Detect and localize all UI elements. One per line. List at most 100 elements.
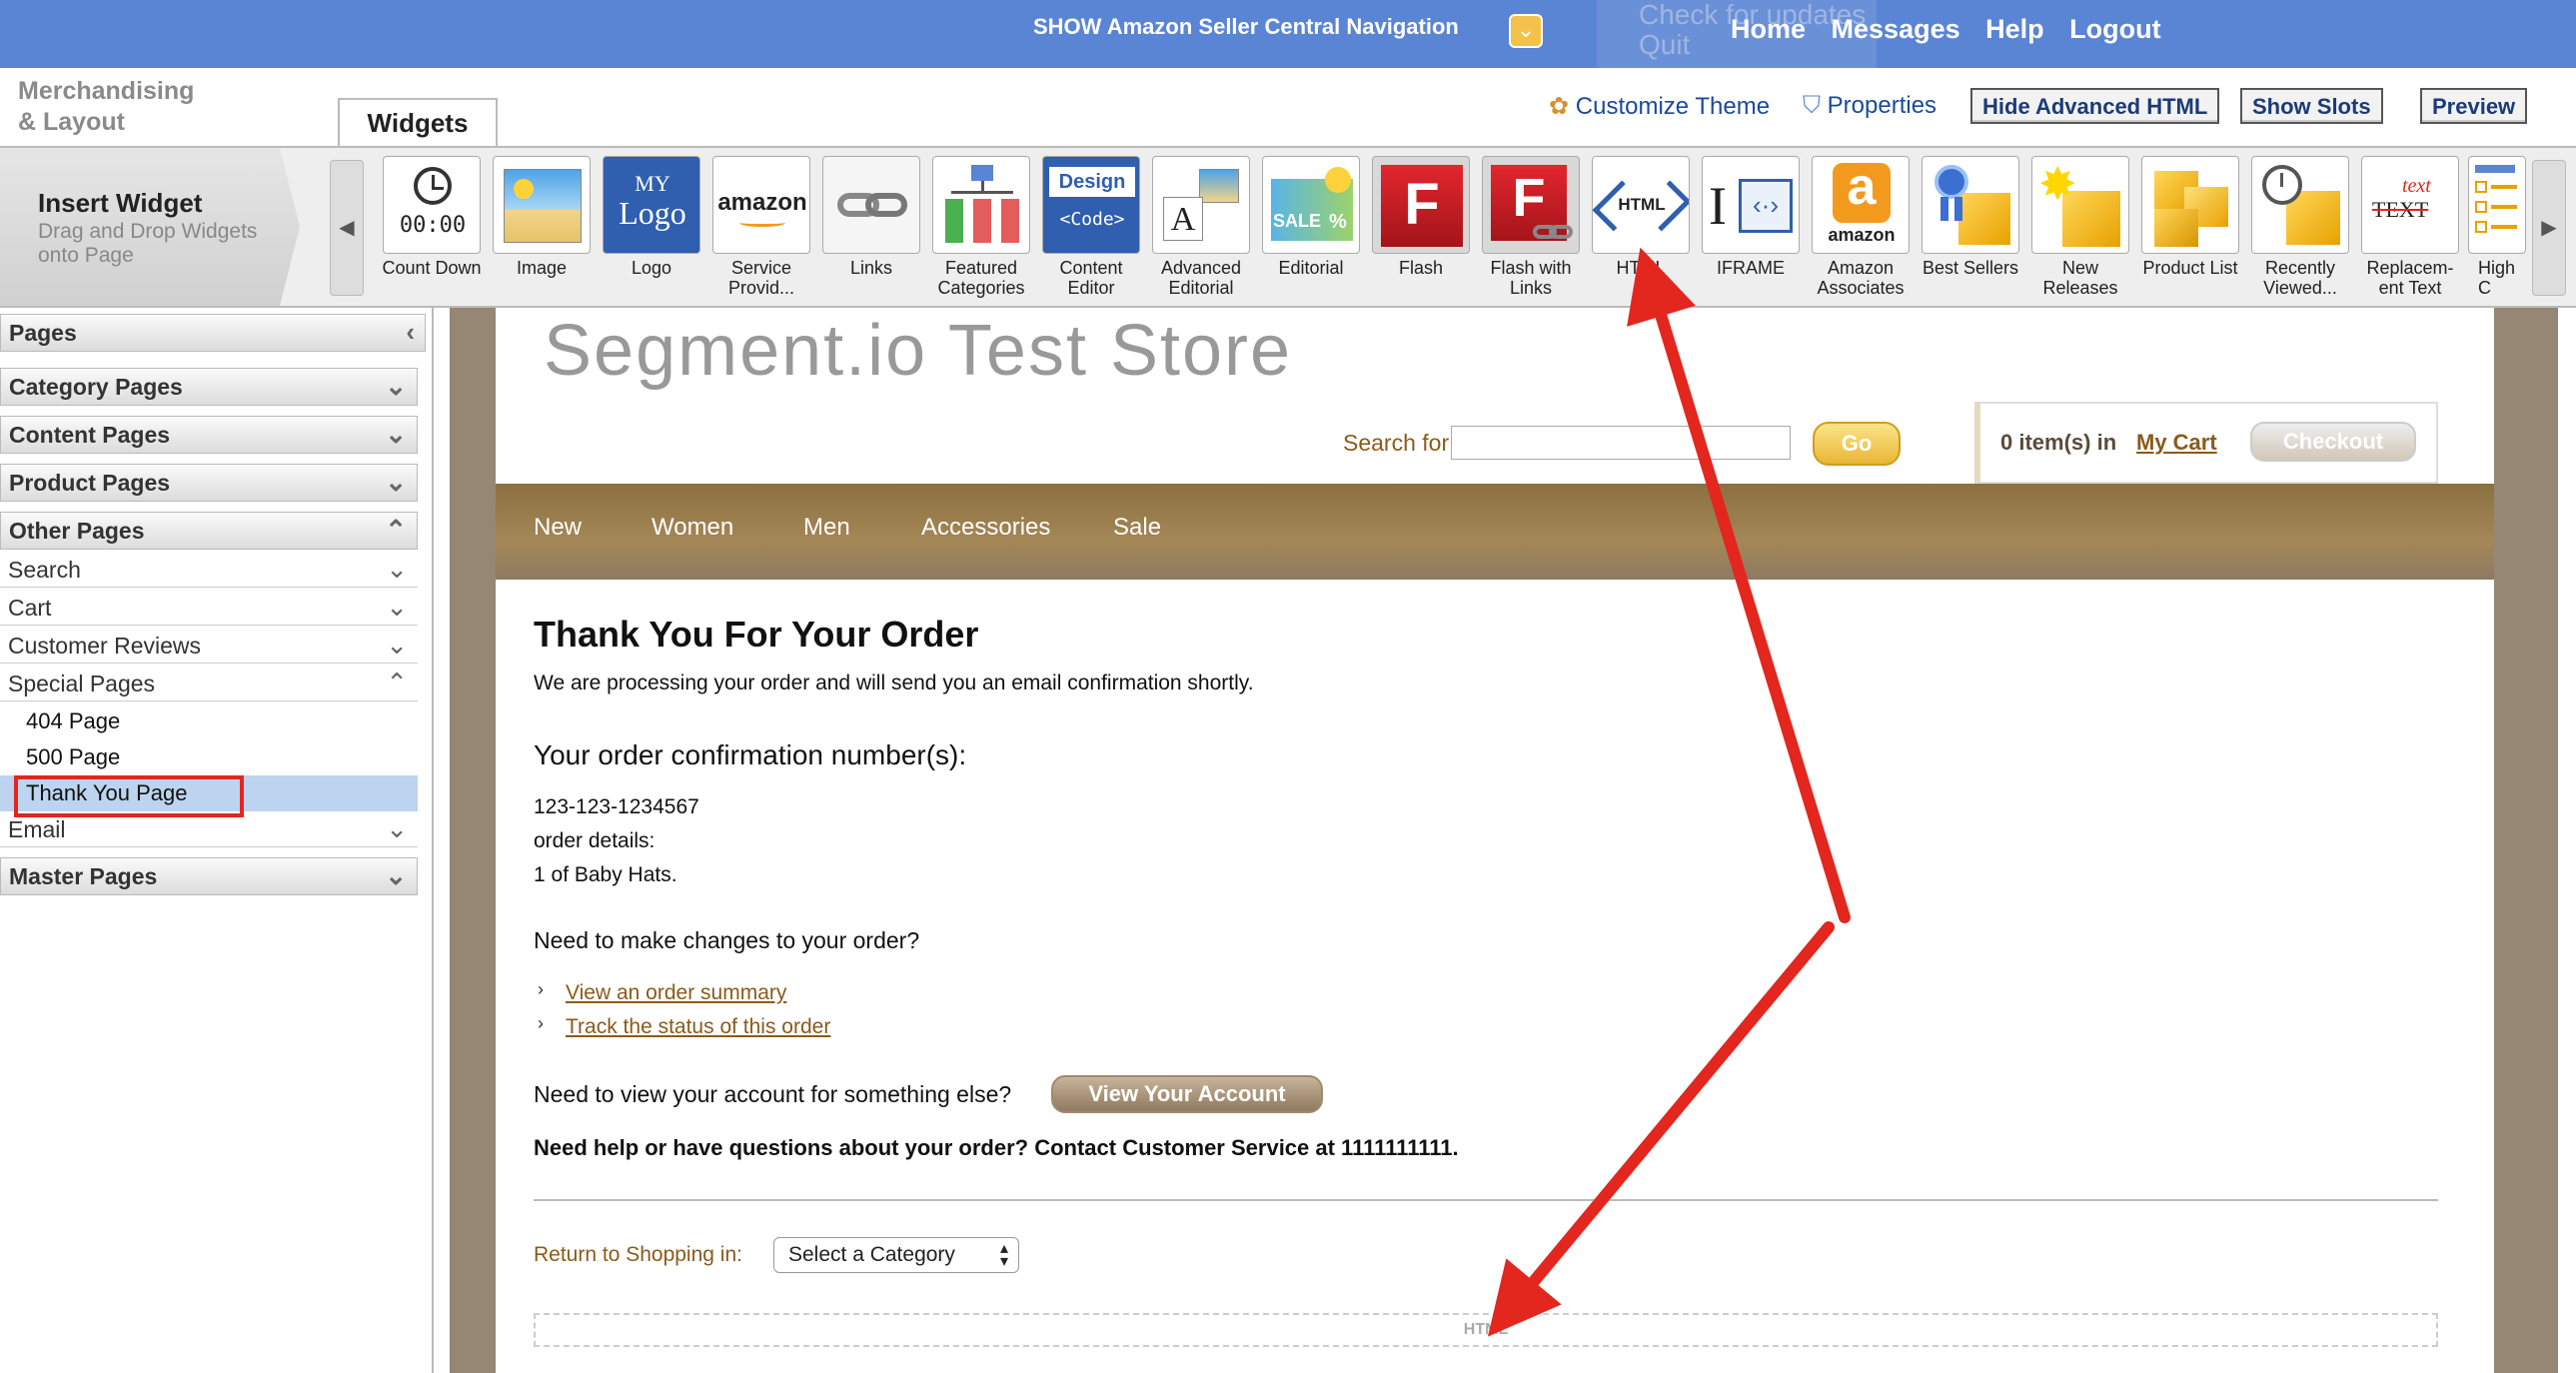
chevron-left-icon[interactable]: ‹ xyxy=(406,317,415,348)
chevron-down-icon[interactable]: ⌄ xyxy=(385,860,407,891)
chevron-down-icon[interactable]: ⌄ xyxy=(386,813,408,844)
messages-link[interactable]: Messages xyxy=(1832,14,1960,44)
chevron-down-icon[interactable]: ⌄ xyxy=(385,371,407,402)
iframe-icon: I ‹·› xyxy=(1702,156,1800,254)
chevron-down-icon[interactable]: ⌄ xyxy=(1509,14,1543,48)
store-nav-sale[interactable]: Sale xyxy=(1113,514,1161,542)
star-box-icon: ✸ xyxy=(2031,156,2129,254)
tab-widgets[interactable]: Widgets xyxy=(338,98,498,148)
sidebar-master-pages[interactable]: Master Pages ⌄ xyxy=(0,857,418,895)
widget-label: Featured Categories xyxy=(937,258,1025,298)
chevron-down-icon[interactable]: ⌄ xyxy=(385,419,407,450)
widget-label: Logo xyxy=(631,258,672,278)
widget-new-releases[interactable]: ✸ New Releases xyxy=(2028,156,2132,298)
sidebar-item-search[interactable]: Search ⌄ xyxy=(0,552,418,588)
widget-advanced-editorial[interactable]: A Advanced Editorial xyxy=(1149,156,1253,298)
widget-label: Count Down xyxy=(382,258,482,278)
widget-service-provider[interactable]: amazon Service Provid... xyxy=(709,156,813,298)
customize-theme-link[interactable]: ✿ Customize Theme xyxy=(1549,92,1770,121)
show-seller-central-nav-link[interactable]: SHOW Amazon Seller Central Navigation xyxy=(1033,14,1459,40)
widget-content-editor[interactable]: Design <Code> Content Editor xyxy=(1039,156,1143,298)
html-widget-slot[interactable]: HTML xyxy=(534,1313,2438,1347)
chevron-down-icon[interactable]: ⌄ xyxy=(386,554,408,585)
widget-count-down[interactable]: 00:00 Count Down xyxy=(380,156,484,278)
sidebar-item-cart[interactable]: Cart ⌄ xyxy=(0,590,418,626)
sidebar-item-label: Other Pages xyxy=(9,518,145,544)
widget-label: Product List xyxy=(2142,258,2238,278)
hide-advanced-html-button[interactable]: Hide Advanced HTML xyxy=(1970,88,2220,124)
store-nav-women[interactable]: Women xyxy=(651,514,733,542)
my-cart-link[interactable]: My Cart xyxy=(2136,430,2217,456)
associates-wordmark: amazon xyxy=(1828,225,1896,245)
chevron-down-icon[interactable]: ⌄ xyxy=(385,467,407,498)
sidebar-item-500-page[interactable]: 500 Page xyxy=(0,739,418,775)
widget-best-sellers[interactable]: Best Sellers xyxy=(1919,156,2022,278)
scroll-right-button[interactable]: ▶ xyxy=(2532,160,2566,296)
widget-logo[interactable]: MY Logo Logo xyxy=(600,156,703,278)
order-summary-link[interactable]: View an order summary xyxy=(566,981,786,1005)
search-label: Search for xyxy=(1343,430,1450,456)
widget-editorial[interactable]: SALE % Editorial xyxy=(1259,156,1363,278)
widget-links[interactable]: Links xyxy=(819,156,923,278)
amazon-wordmark: amazon xyxy=(717,189,807,216)
view-your-account-button[interactable]: View Your Account xyxy=(1051,1075,1323,1113)
chevron-down-icon[interactable]: ⌄ xyxy=(386,630,408,661)
chevron-up-icon[interactable]: ⌃ xyxy=(386,668,408,698)
checkout-button[interactable]: Checkout xyxy=(2250,422,2416,462)
widget-replacement-text[interactable]: text TEXT Replacem- ent Text xyxy=(2358,156,2462,298)
store-nav-bar: New Women Men Accessories Sale xyxy=(496,484,2494,580)
sidebar-item-404-page[interactable]: 404 Page xyxy=(0,703,418,739)
sidebar-other-pages[interactable]: Other Pages ⌃ xyxy=(0,512,418,550)
widget-featured-categories[interactable]: Featured Categories xyxy=(929,156,1033,298)
sidebar-header-pages[interactable]: Pages ‹ xyxy=(0,314,426,352)
store-nav-accessories[interactable]: Accessories xyxy=(921,514,1050,542)
cart-count: 0 item(s) in xyxy=(2000,430,2117,455)
order-details-label: order details: xyxy=(534,829,655,852)
widget-flash-with-links[interactable]: F Flash with Links xyxy=(1479,156,1583,298)
widget-product-list[interactable]: Product List xyxy=(2138,156,2242,278)
widget-html[interactable]: HTML HTML xyxy=(1589,156,1693,278)
sidebar-item-customer-reviews[interactable]: Customer Reviews ⌄ xyxy=(0,628,418,664)
order-description: We are processing your order and will se… xyxy=(534,672,1254,694)
track-order-link[interactable]: Track the status of this order xyxy=(566,1015,830,1039)
category-select[interactable]: Select a Category ▴ ▾ xyxy=(773,1237,1019,1273)
store-search-input[interactable] xyxy=(1451,426,1791,460)
scroll-left-button[interactable]: ◀ xyxy=(330,160,364,296)
chevron-up-icon[interactable]: ⌃ xyxy=(385,515,407,546)
store-nav-new[interactable]: New xyxy=(534,514,582,542)
chevron-right-icon: › xyxy=(538,979,544,999)
sidebar-product-pages[interactable]: Product Pages ⌄ xyxy=(0,464,418,502)
widget-amazon-associates[interactable]: a amazon Amazon Associates xyxy=(1809,156,1913,298)
go-button[interactable]: Go xyxy=(1813,422,1901,466)
html-icon: HTML xyxy=(1592,156,1690,254)
help-link[interactable]: Help xyxy=(1985,14,2044,44)
flash-letter: F xyxy=(1404,172,1440,237)
insert-widget-subtitle: Drag and Drop Widgets onto Page xyxy=(38,220,258,267)
widget-high-c[interactable]: High C xyxy=(2468,156,2528,298)
clock-box-icon xyxy=(2251,156,2349,254)
account-question: Need to view your account for something … xyxy=(534,1081,1012,1107)
sidebar-content-pages[interactable]: Content Pages ⌄ xyxy=(0,416,418,454)
sidebar-item-special-pages[interactable]: Special Pages ⌃ xyxy=(0,666,418,701)
return-shopping-label: Return to Shopping in: xyxy=(534,1243,742,1266)
store-nav-men[interactable]: Men xyxy=(803,514,850,542)
properties-link[interactable]: ⛉ Properties xyxy=(1803,92,1936,120)
sidebar-category-pages[interactable]: Category Pages ⌄ xyxy=(0,368,418,406)
preview-button[interactable]: Preview xyxy=(2420,88,2528,124)
home-link[interactable]: Home xyxy=(1731,14,1806,44)
chevron-right-icon: › xyxy=(538,1013,544,1033)
widget-label: HTML xyxy=(1616,258,1666,278)
widget-label: Content Editor xyxy=(1059,258,1123,298)
widget-recently-viewed[interactable]: Recently Viewed... xyxy=(2248,156,2352,298)
show-slots-button[interactable]: Show Slots xyxy=(2240,88,2383,124)
divider xyxy=(534,1199,2438,1201)
sidebar-item-label: Master Pages xyxy=(9,863,158,889)
widget-flash[interactable]: F Flash xyxy=(1369,156,1473,278)
widget-iframe[interactable]: I ‹·› IFRAME xyxy=(1699,156,1803,278)
chain-link-icon xyxy=(822,156,920,254)
chevron-down-icon[interactable]: ⌄ xyxy=(386,592,408,623)
widget-image[interactable]: Image xyxy=(490,156,594,278)
logout-link[interactable]: Logout xyxy=(2069,14,2160,44)
amazon-service-icon: amazon xyxy=(712,156,810,254)
sidebar-item-label: Special Pages xyxy=(8,671,156,696)
